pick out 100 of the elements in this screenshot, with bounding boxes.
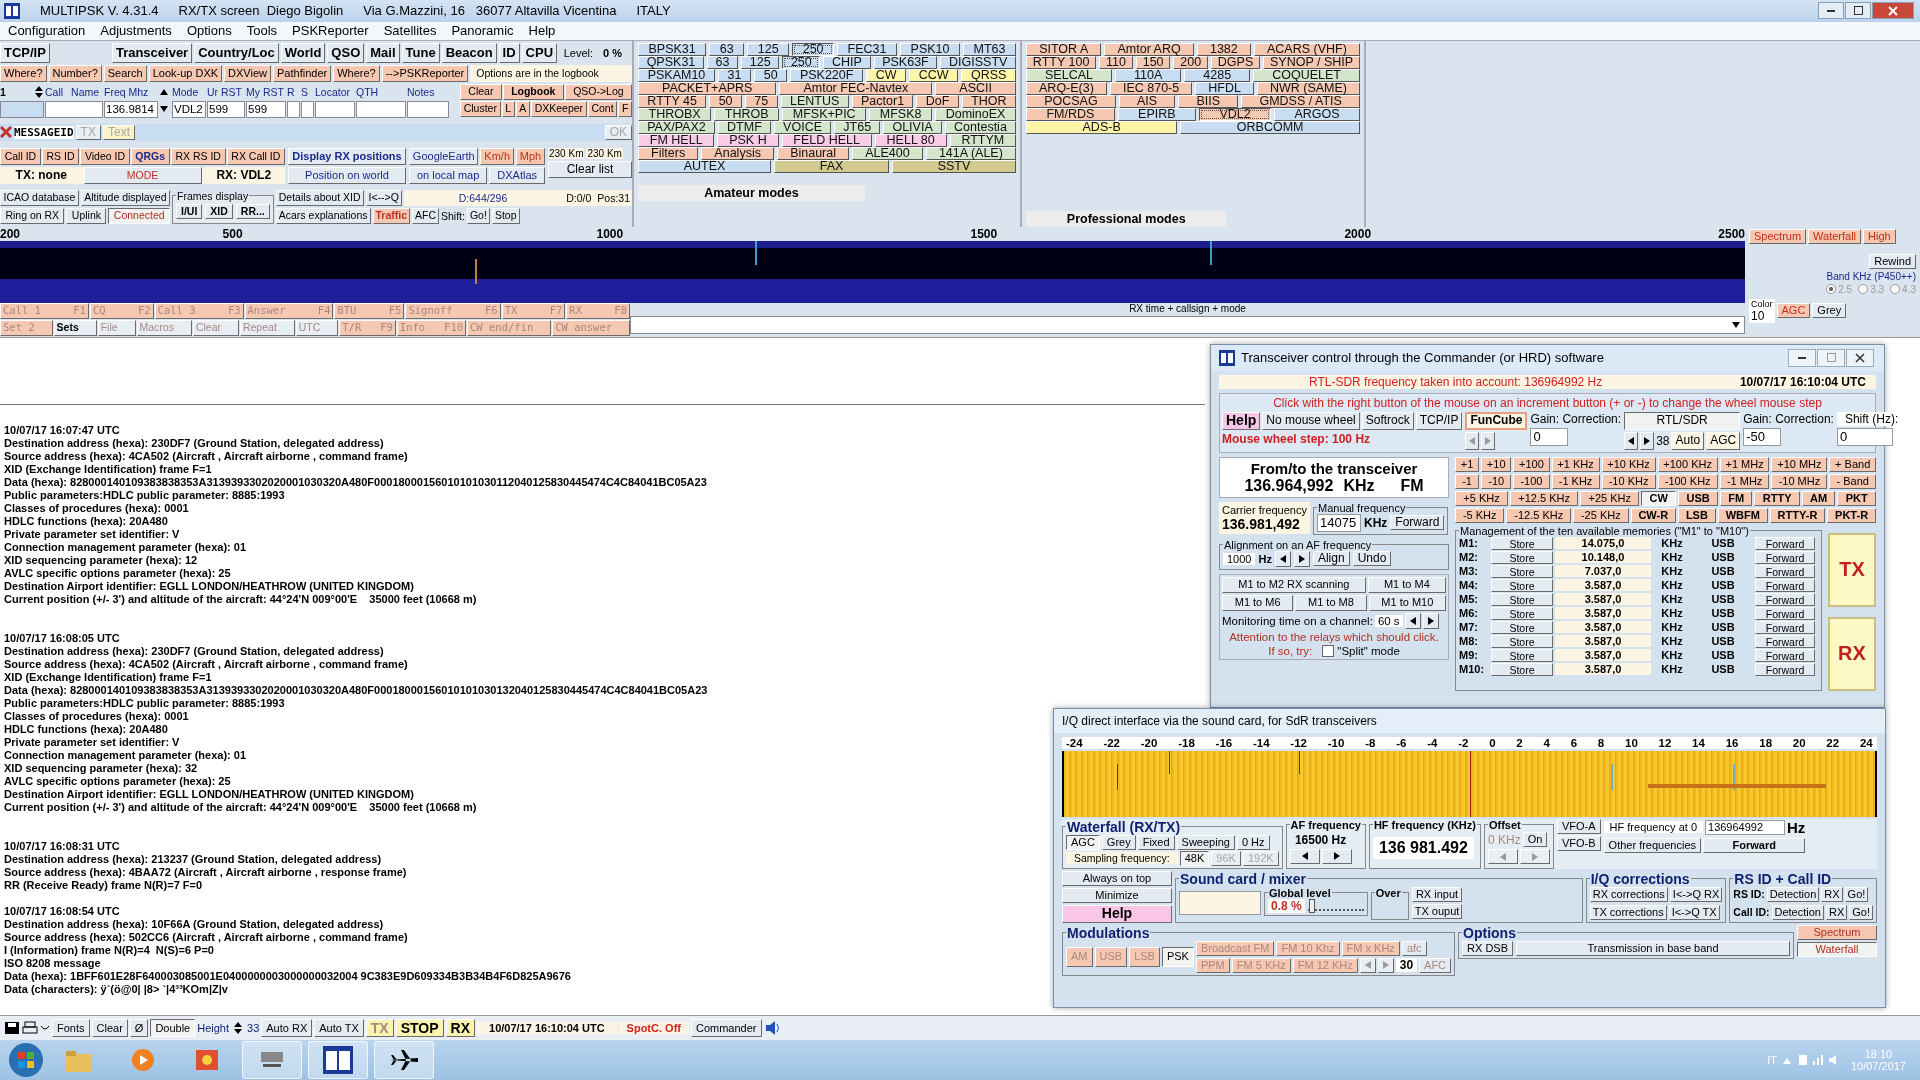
rx-input-button[interactable]: RX input: [1411, 886, 1463, 902]
forward-button[interactable]: Forward: [1755, 662, 1815, 676]
rx-button[interactable]: RX: [445, 1019, 475, 1038]
local-map-button[interactable]: on local map: [409, 166, 488, 184]
toolbar-button[interactable]: ID: [498, 42, 520, 63]
qth-field[interactable]: [356, 100, 406, 118]
log-button[interactable]: Search: [103, 64, 147, 82]
frequency-field[interactable]: 136.9814: [104, 100, 158, 118]
menu-item[interactable]: Options: [186, 23, 232, 39]
menu-item[interactable]: Panoramic: [451, 23, 514, 39]
correction-field[interactable]: -50: [1743, 427, 1782, 446]
id-button[interactable]: Go!: [1844, 886, 1869, 902]
menu-item[interactable]: Help: [528, 23, 556, 39]
mode-button[interactable]: 63: [709, 42, 745, 56]
acars-button[interactable]: Acars explanations: [275, 207, 371, 224]
toolbar-button[interactable]: TCP/IP: [0, 42, 50, 63]
agc-button[interactable]: AGC: [1706, 431, 1741, 450]
taskbar-app[interactable]: [242, 1041, 302, 1080]
modulation-button[interactable]: PSK: [1161, 946, 1194, 967]
toolbar-button[interactable]: Tune: [401, 42, 440, 63]
sampling-button[interactable]: 48K: [1179, 850, 1210, 866]
increment-button[interactable]: +10 KHz: [1601, 456, 1656, 472]
close-button[interactable]: [1846, 348, 1874, 367]
store-button[interactable]: Store: [1491, 606, 1553, 620]
view-button[interactable]: Spectrum: [1749, 228, 1807, 244]
baseband-button[interactable]: Transmission in base band: [1516, 940, 1790, 956]
view-button[interactable]: Spectrum: [1797, 924, 1877, 940]
auto-rx-button[interactable]: Auto RX: [261, 1019, 313, 1038]
step-button[interactable]: +12.5 KHz: [1509, 490, 1579, 506]
dxatlas-button[interactable]: DXAtlas: [489, 166, 545, 184]
id-button[interactable]: Call ID: [0, 147, 41, 165]
save-icon[interactable]: [4, 1021, 20, 1036]
arrow-button[interactable]: [1624, 431, 1639, 450]
split-mode-checkbox[interactable]: "Split" mode: [1322, 644, 1400, 657]
forward-button[interactable]: Forward: [1755, 578, 1815, 592]
forward-button[interactable]: Forward: [1755, 564, 1815, 578]
id-button[interactable]: Detection: [1766, 886, 1820, 902]
traffic-button[interactable]: Traffic: [372, 207, 410, 224]
notes-field[interactable]: [407, 100, 449, 118]
logbook-button[interactable]: Clear: [460, 83, 502, 100]
forward-button[interactable]: Forward: [1755, 606, 1815, 620]
frame-filter-button[interactable]: RR...: [235, 203, 270, 219]
forward-button[interactable]: Forward: [1390, 515, 1445, 531]
mode-field[interactable]: VDL2: [172, 100, 206, 118]
call-field[interactable]: [45, 100, 103, 118]
level-slider[interactable]: [1307, 900, 1364, 911]
auto-button[interactable]: Auto: [1671, 431, 1705, 450]
arrow-button[interactable]: [1404, 612, 1421, 629]
toolbar-button[interactable]: QSO: [327, 42, 365, 63]
always-on-top-button[interactable]: Always on top: [1062, 870, 1172, 886]
mode-button[interactable]: LSB: [1678, 507, 1716, 523]
forward-button[interactable]: Forward: [1755, 620, 1815, 634]
go-button[interactable]: Go!: [466, 207, 490, 224]
store-button[interactable]: Store: [1491, 536, 1553, 550]
interface-button[interactable]: No mouse wheel: [1262, 411, 1360, 430]
log-button[interactable]: Pathfinder: [273, 64, 332, 82]
other-frequencies-button[interactable]: Other frequencies: [1603, 837, 1701, 853]
fonts-button[interactable]: Fonts: [52, 1019, 90, 1038]
increment-button[interactable]: -10 MHz: [1771, 473, 1828, 489]
scan-button[interactable]: M1 to M4: [1367, 576, 1446, 593]
id-button[interactable]: RX: [1826, 904, 1848, 920]
agc-button[interactable]: AGC: [1776, 303, 1811, 319]
increment-button[interactable]: +1: [1455, 456, 1480, 472]
rx-button[interactable]: RX: [1828, 616, 1876, 691]
logbook-button[interactable]: L: [501, 100, 515, 117]
mode-button[interactable]: RTTY-R: [1769, 507, 1826, 523]
undo-button[interactable]: Undo: [1352, 551, 1392, 567]
increment-button[interactable]: +10: [1481, 456, 1512, 472]
menu-item[interactable]: Adjustments: [100, 23, 172, 39]
scan-button[interactable]: M1 to M10: [1368, 594, 1446, 611]
smiley-icon[interactable]: [40, 1025, 50, 1032]
id-button[interactable]: RS ID: [41, 147, 80, 165]
toolbar-button[interactable]: Mail: [366, 42, 400, 63]
auto-tx-button[interactable]: Auto TX: [314, 1019, 364, 1038]
store-button[interactable]: Store: [1491, 620, 1553, 634]
arrow-button[interactable]: [1289, 848, 1320, 864]
forward-button[interactable]: Forward: [1755, 592, 1815, 606]
increment-button[interactable]: +1 KHz: [1551, 456, 1600, 472]
funcube-button[interactable]: FunCube: [1465, 411, 1528, 430]
input-field[interactable]: [0, 100, 44, 118]
hf-frequency-field[interactable]: 136964992: [1705, 819, 1785, 835]
mode-button[interactable]: PKT: [1837, 490, 1877, 506]
view-button[interactable]: High: [1863, 228, 1896, 244]
arrow-button[interactable]: [1640, 431, 1655, 450]
shift-field[interactable]: 0: [1836, 427, 1893, 446]
mode-button[interactable]: 1382: [1196, 42, 1251, 56]
mode-button[interactable]: CW-R: [1630, 507, 1676, 523]
mode-button[interactable]: WBFM: [1717, 507, 1768, 523]
increment-button[interactable]: +1 MHz: [1719, 456, 1770, 472]
taskbar-app[interactable]: [308, 1041, 368, 1080]
minimize-button[interactable]: Minimize: [1062, 887, 1172, 903]
menu-item[interactable]: Configuration: [8, 23, 86, 39]
scan-button[interactable]: M1 to M6: [1222, 594, 1294, 611]
forward-button[interactable]: Forward: [1755, 536, 1815, 550]
mode-button[interactable]: PKT-R: [1827, 507, 1876, 523]
close-icon[interactable]: [0, 126, 12, 139]
store-button[interactable]: Store: [1491, 550, 1553, 564]
vfo-button[interactable]: VFO-A: [1556, 818, 1601, 834]
increment-button[interactable]: -1 MHz: [1719, 473, 1770, 489]
store-button[interactable]: Store: [1491, 634, 1553, 648]
